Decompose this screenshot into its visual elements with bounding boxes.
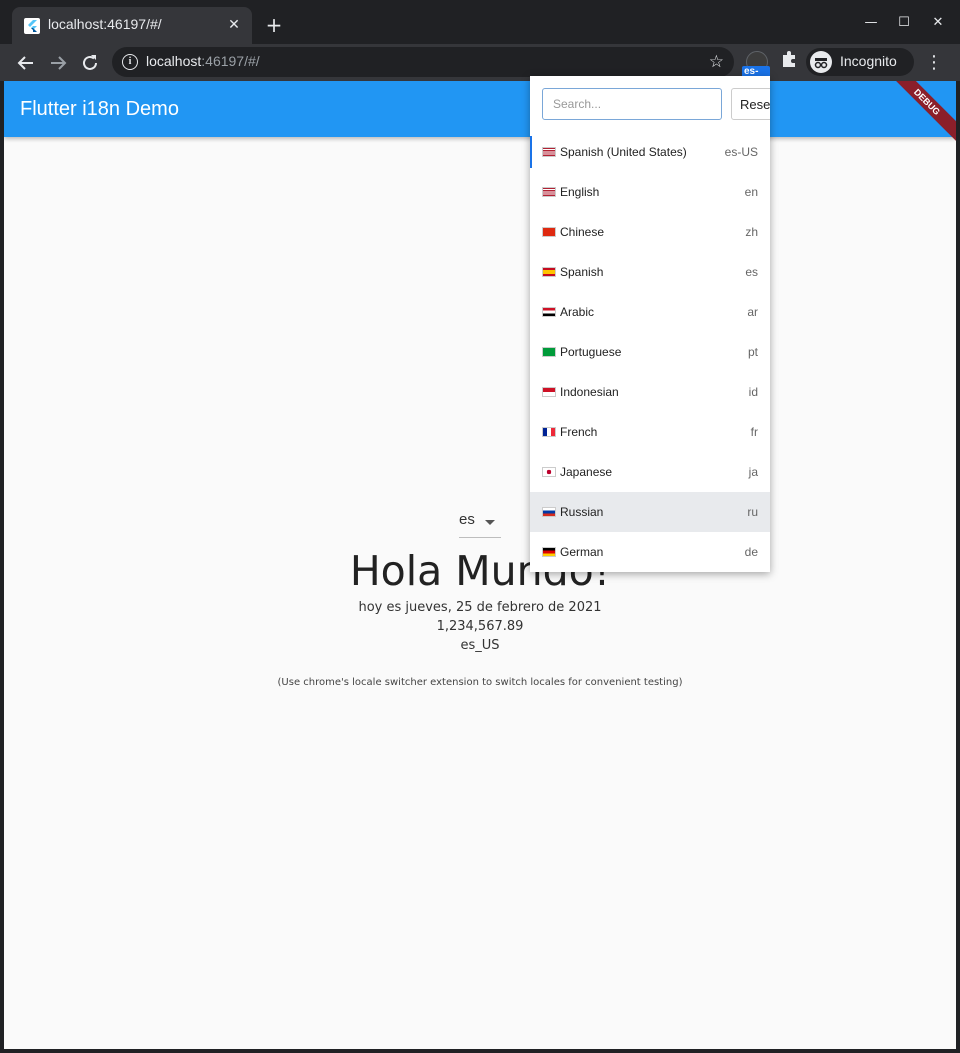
tab-title: localhost:46197/#/: [48, 16, 162, 32]
locale-name: Chinese: [560, 225, 605, 239]
locale-code: de: [744, 545, 758, 559]
locale-name: Arabic: [560, 305, 595, 319]
tab-close-icon[interactable]: ✕: [226, 17, 242, 33]
app-title: Flutter i18n Demo: [20, 98, 179, 120]
locale-dropdown[interactable]: es: [459, 507, 501, 538]
flag-us-icon: [542, 147, 556, 157]
date-text: hoy es jueves, 25 de febrero de 2021: [358, 600, 602, 615]
locale-code: ja: [748, 465, 758, 479]
forward-arrow-icon[interactable]: [46, 51, 70, 75]
locale-code: ru: [747, 505, 758, 519]
flag-id-icon: [542, 387, 556, 397]
locale-dropdown-value: es: [459, 511, 475, 528]
tab-strip: localhost:46197/#/ ✕ + — ☐ ✕: [0, 0, 960, 44]
flag-es-icon: [542, 267, 556, 277]
locale-name: Portuguese: [560, 345, 622, 359]
greeting-text: Hola Mundo!: [349, 547, 611, 595]
site-info-icon[interactable]: i: [122, 54, 138, 70]
locale-code: zh: [745, 225, 758, 239]
page-viewport: Flutter i18n Demo DEBUG es Hola Mundo! h…: [4, 81, 956, 1049]
flag-us-icon: [542, 187, 556, 197]
locale-name: French: [560, 425, 598, 439]
locale-code: ar: [747, 305, 758, 319]
locale-code: fr: [750, 425, 758, 439]
locale-name: English: [560, 185, 600, 199]
flag-de-icon: [542, 547, 556, 557]
locale-list: Spanish (United States) es-US English en Chi…: [530, 132, 770, 572]
locale-list-item[interactable]: Russian ru: [530, 492, 770, 532]
locale-switcher-popup: Reset Spanish (United States) es-US Englis…: [530, 76, 770, 572]
minimize-icon[interactable]: —: [862, 14, 880, 32]
debug-banner: DEBUG: [883, 81, 956, 146]
flag-ru-icon: [542, 507, 556, 517]
dropdown-arrow-icon: [485, 520, 495, 525]
locale-code: id: [748, 385, 758, 399]
locale-code: es: [745, 265, 758, 279]
locale-list-item[interactable]: Indonesian id: [530, 372, 770, 412]
bookmark-star-icon[interactable]: ☆: [709, 52, 724, 72]
locale-name: German: [560, 545, 604, 559]
locale-name: Indonesian: [560, 385, 619, 399]
browser-toolbar: i localhost:46197/#/ ☆ es-US Incognito ⋮: [0, 44, 960, 88]
locale-list-item[interactable]: French fr: [530, 412, 770, 452]
incognito-indicator[interactable]: Incognito: [806, 48, 914, 76]
extensions-puzzle-icon[interactable]: [778, 50, 800, 72]
reload-icon[interactable]: [78, 51, 102, 75]
incognito-label: Incognito: [840, 53, 897, 69]
locale-code: en: [744, 185, 758, 199]
browser-menu-icon[interactable]: ⋮: [924, 51, 944, 75]
flag-eg-icon: [542, 307, 556, 317]
incognito-icon: [810, 51, 832, 73]
locale-list-item[interactable]: Japanese ja: [530, 452, 770, 492]
address-bar[interactable]: i localhost:46197/#/ ☆: [112, 47, 734, 77]
flag-cn-icon: [542, 227, 556, 237]
new-tab-icon[interactable]: +: [264, 15, 284, 35]
window-bottom-border: [0, 1049, 960, 1053]
locale-list-item[interactable]: Portuguese pt: [530, 332, 770, 372]
close-window-icon[interactable]: ✕: [929, 14, 947, 32]
flag-jp-icon: [542, 467, 556, 477]
locale-list-item[interactable]: German de: [530, 532, 770, 572]
locale-switcher-extension-icon[interactable]: es-US: [742, 49, 770, 88]
locale-list-item[interactable]: Spanish (United States) es-US: [530, 132, 770, 172]
flag-br-icon: [542, 347, 556, 357]
locale-name: Russian: [560, 505, 604, 519]
app-bar: Flutter i18n Demo DEBUG: [4, 81, 956, 146]
locale-name: Spanish: [560, 265, 604, 279]
browser-tab[interactable]: localhost:46197/#/ ✕: [12, 7, 252, 44]
hint-note: (Use chrome's locale switcher extension …: [277, 677, 683, 688]
locale-list-item[interactable]: Chinese zh: [530, 212, 770, 252]
url-text: localhost:46197/#/: [146, 53, 260, 69]
locale-list-item[interactable]: Arabic ar: [530, 292, 770, 332]
number-text: 1,234,567.89: [436, 619, 524, 634]
locale-list-item[interactable]: English en: [530, 172, 770, 212]
locale-name: Spanish (United States): [560, 145, 687, 159]
flutter-favicon-icon: [24, 18, 40, 34]
maximize-icon[interactable]: ☐: [895, 14, 913, 32]
locale-text: es_US: [460, 638, 500, 653]
flag-fr-icon: [542, 427, 556, 437]
locale-list-item[interactable]: Spanish es: [530, 252, 770, 292]
locale-code: pt: [747, 345, 758, 359]
locale-search-input[interactable]: [542, 88, 722, 120]
reset-button[interactable]: Reset: [731, 88, 770, 120]
browser-window: localhost:46197/#/ ✕ + — ☐ ✕ i localhost…: [0, 0, 960, 1053]
locale-code: es-US: [724, 145, 758, 159]
locale-name: Japanese: [560, 465, 613, 479]
back-arrow-icon[interactable]: [14, 51, 38, 75]
